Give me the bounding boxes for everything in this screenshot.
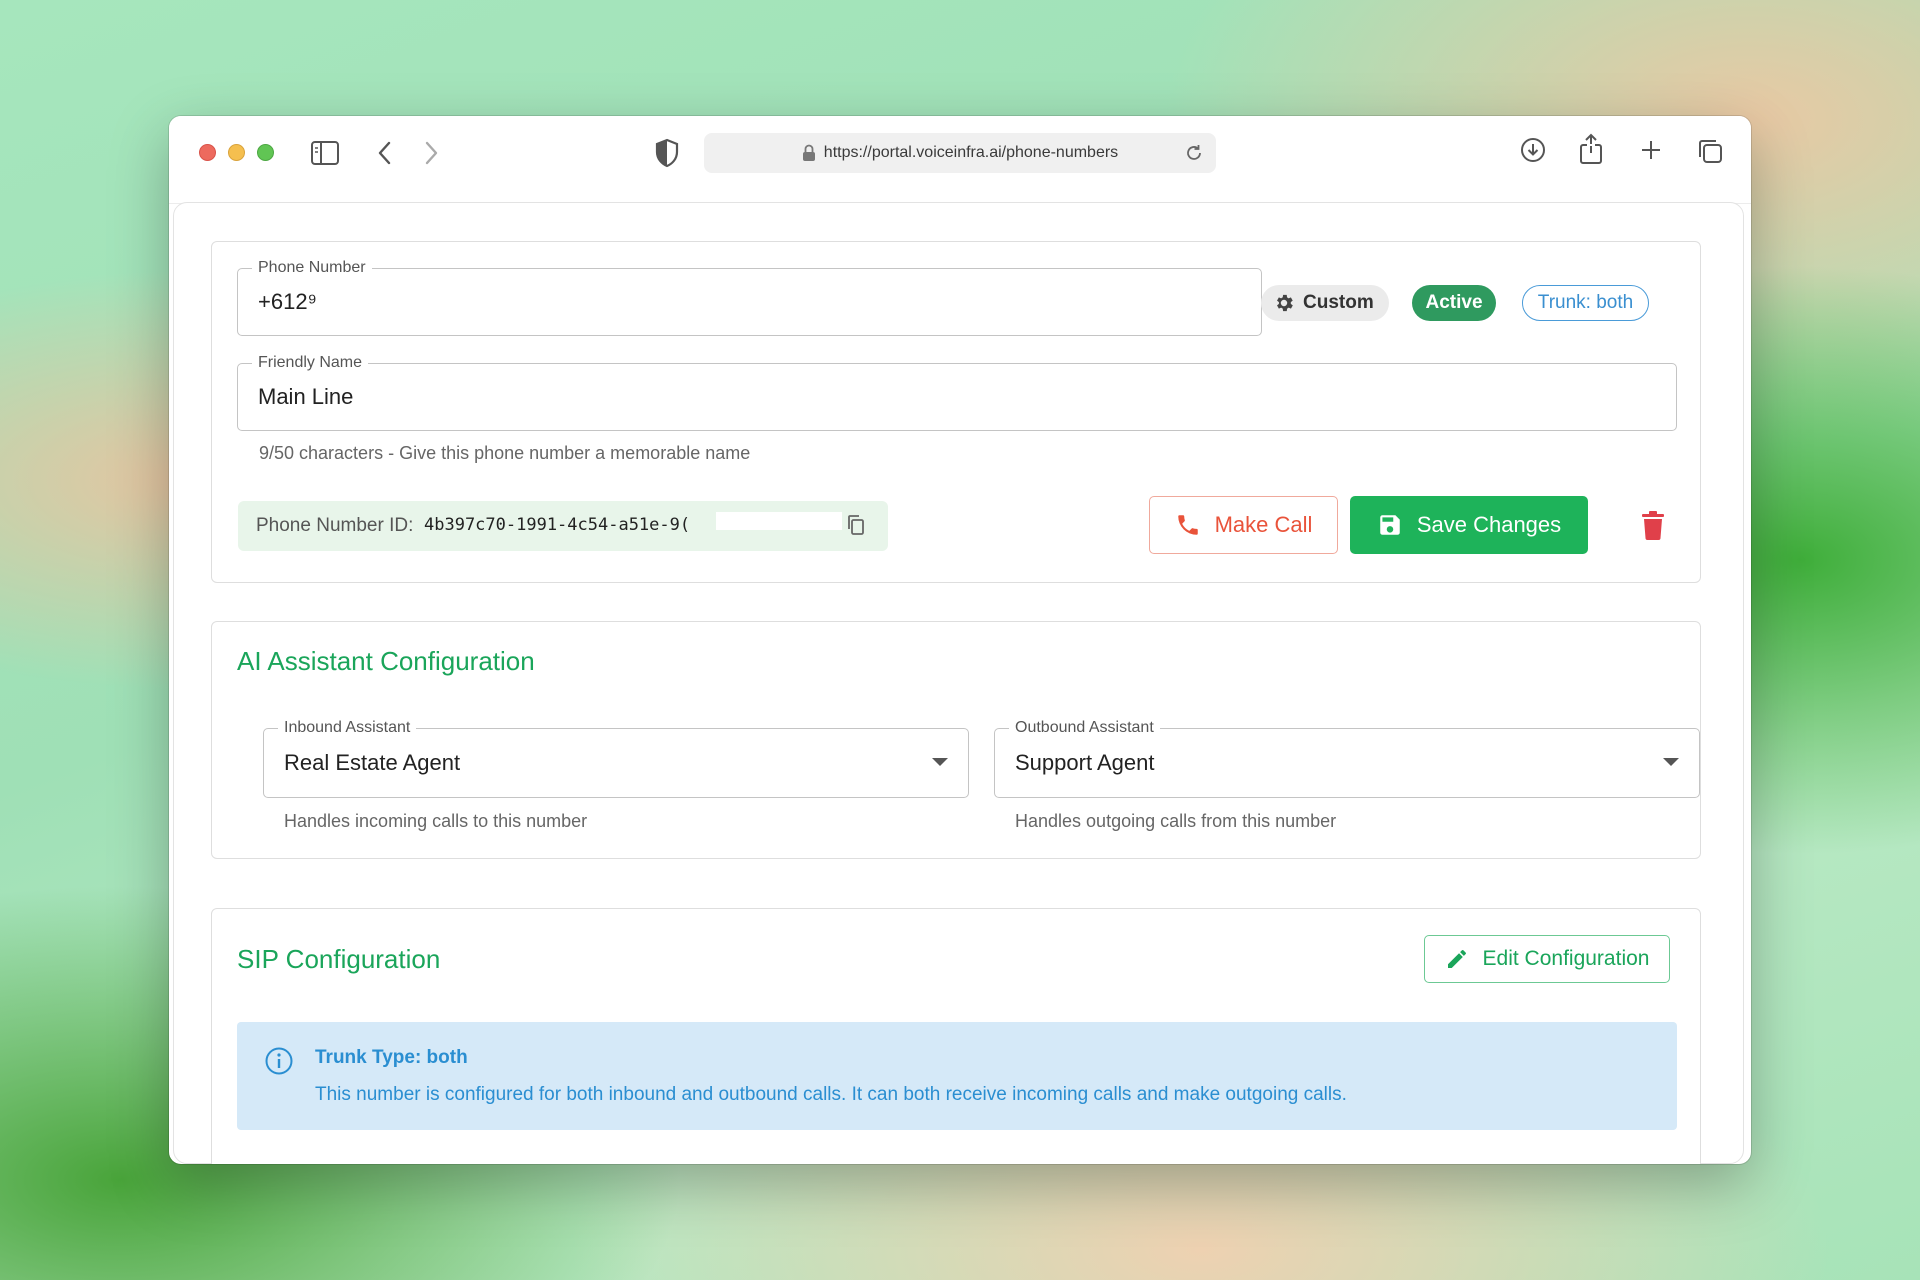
back-icon[interactable] — [375, 140, 395, 166]
close-window-button[interactable] — [199, 144, 216, 161]
browser-toolbar: https://portal.voiceinfra.ai/phone-numbe… — [169, 116, 1751, 204]
phone-id-box: Phone Number ID: 4b397c70-1991-4c54-a51e… — [238, 501, 888, 551]
friendly-name-value: Main Line — [258, 384, 354, 409]
trunk-info-alert: Trunk Type: both This number is configur… — [237, 1022, 1677, 1130]
inbound-assistant-value: Real Estate Agent — [284, 750, 461, 775]
save-icon — [1377, 512, 1403, 538]
page-content: Phone Number +612⁹ Custom Active Trunk: … — [173, 202, 1744, 1164]
inbound-assistant-select[interactable]: Inbound Assistant Real Estate Agent — [263, 719, 969, 798]
save-changes-label: Save Changes — [1416, 512, 1562, 537]
ai-assistant-card: AI Assistant Configuration Inbound Assis… — [211, 621, 1701, 859]
sip-config-title: SIP Configuration — [237, 944, 441, 974]
redaction-mask — [716, 512, 842, 530]
trunk-type-title: Trunk Type: both — [315, 1047, 468, 1068]
phone-id-value: 4b397c70-1991-4c54-a51e-9( — [424, 515, 691, 535]
share-icon[interactable] — [1578, 133, 1604, 165]
phone-id-label: Phone Number ID: — [256, 515, 414, 536]
copy-icon[interactable] — [846, 514, 866, 536]
url-text: https://portal.voiceinfra.ai/phone-numbe… — [823, 144, 1119, 161]
phone-details-card: Phone Number +612⁹ Custom Active Trunk: … — [211, 241, 1701, 583]
forward-icon[interactable] — [421, 140, 441, 166]
privacy-shield-icon[interactable] — [655, 138, 679, 168]
tab-overview-icon[interactable] — [1696, 137, 1724, 165]
lock-icon — [802, 144, 816, 162]
phone-icon — [1175, 512, 1201, 538]
maximize-window-button[interactable] — [257, 144, 274, 161]
edit-configuration-button[interactable]: Edit Configuration — [1424, 935, 1670, 983]
save-changes-button[interactable]: Save Changes — [1350, 496, 1588, 554]
make-call-label: Make Call — [1214, 512, 1313, 537]
status-badge: Active — [1412, 285, 1496, 321]
make-call-button[interactable]: Make Call — [1149, 496, 1338, 554]
browser-window: https://portal.voiceinfra.ai/phone-numbe… — [169, 116, 1751, 1164]
phone-number-value: +612⁹ — [258, 289, 317, 314]
address-bar[interactable]: https://portal.voiceinfra.ai/phone-numbe… — [704, 133, 1216, 173]
friendly-name-field[interactable]: Friendly Name Main Line — [237, 354, 1677, 431]
delete-icon[interactable] — [1641, 510, 1665, 540]
phone-number-field[interactable]: Phone Number +612⁹ — [237, 259, 1262, 336]
ai-config-title: AI Assistant Configuration — [237, 646, 535, 676]
new-tab-icon[interactable] — [1639, 138, 1663, 162]
trunk-badge: Trunk: both — [1522, 285, 1649, 321]
inbound-assistant-helper: Handles incoming calls to this number — [284, 811, 588, 831]
pencil-icon — [1445, 947, 1469, 971]
trunk-type-description: This number is configured for both inbou… — [315, 1084, 1347, 1105]
sip-config-card: SIP Configuration Edit Configuration Tru… — [211, 908, 1701, 1164]
gear-icon — [1273, 292, 1295, 314]
outbound-assistant-helper: Handles outgoing calls from this number — [1015, 811, 1337, 831]
outbound-assistant-value: Support Agent — [1015, 750, 1155, 775]
reload-icon[interactable] — [1184, 143, 1204, 163]
chevron-down-icon — [1663, 758, 1679, 766]
custom-chip-label: Custom — [1303, 292, 1374, 313]
downloads-icon[interactable] — [1519, 136, 1547, 164]
chevron-down-icon — [932, 758, 948, 766]
minimize-window-button[interactable] — [228, 144, 245, 161]
custom-chip: Custom — [1261, 285, 1389, 321]
edit-configuration-label: Edit Configuration — [1482, 947, 1650, 970]
info-icon — [264, 1046, 294, 1076]
outbound-assistant-select[interactable]: Outbound Assistant Support Agent — [994, 719, 1700, 798]
friendly-name-helper: 9/50 characters - Give this phone number… — [259, 443, 751, 463]
sidebar-toggle-icon[interactable] — [310, 140, 340, 166]
